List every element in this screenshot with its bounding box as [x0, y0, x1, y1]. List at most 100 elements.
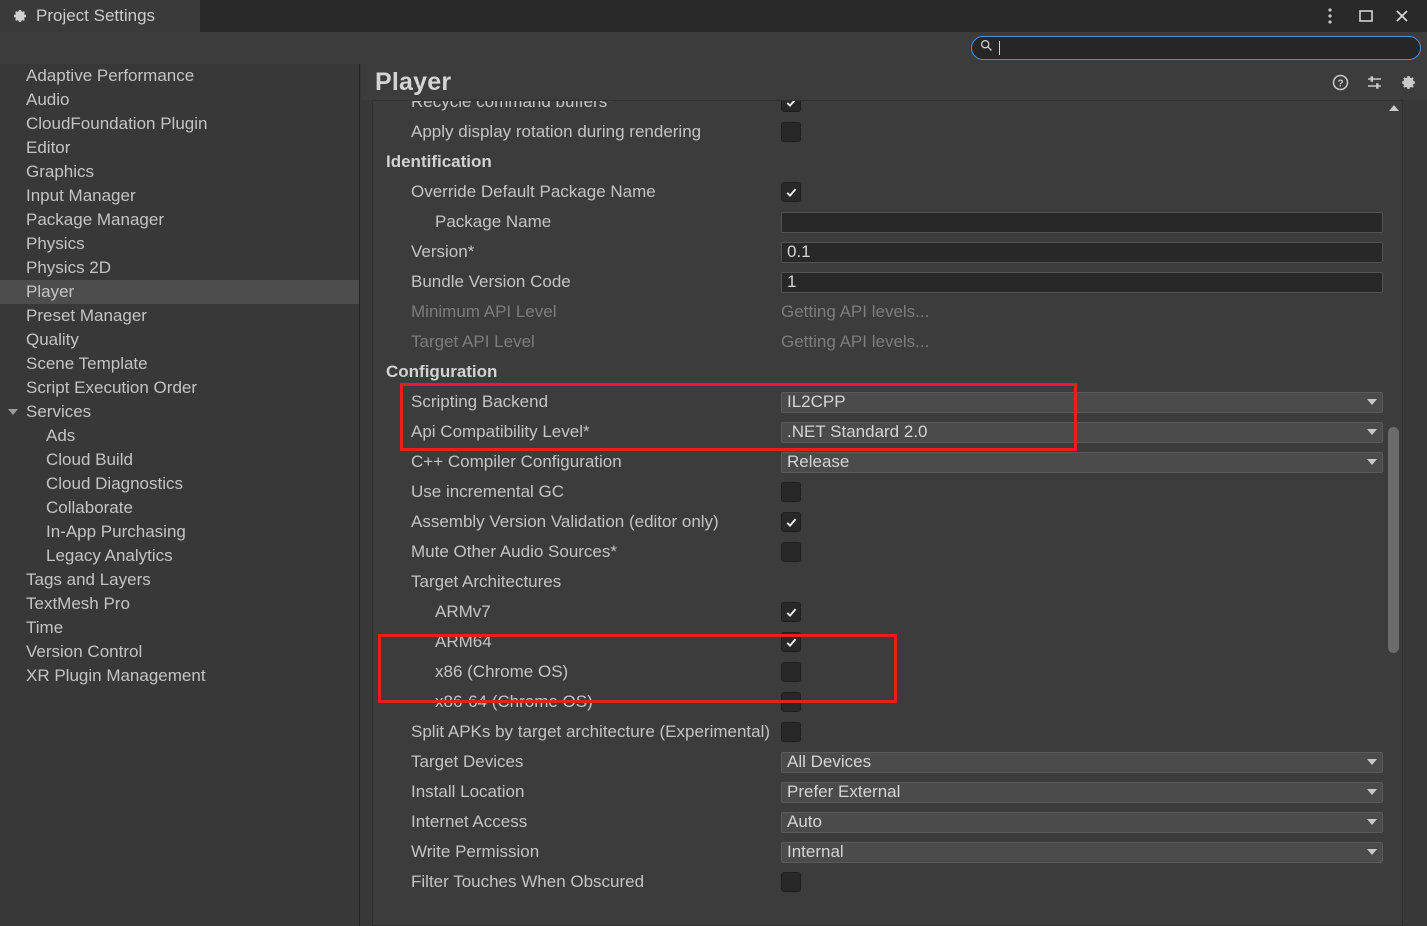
- tab-project-settings[interactable]: Project Settings: [0, 0, 200, 32]
- sidebar-item-quality[interactable]: Quality: [0, 328, 359, 352]
- sidebar-item-version-control[interactable]: Version Control: [0, 640, 359, 664]
- checkbox-armv7[interactable]: [781, 602, 801, 622]
- property-label: Assembly Version Validation (editor only…: [411, 512, 719, 531]
- chevron-down-icon[interactable]: [8, 409, 18, 415]
- chevron-down-icon: [1367, 459, 1377, 465]
- checkbox-assembly-version-validation-editor-only[interactable]: [781, 512, 801, 532]
- property-label: Mute Other Audio Sources*: [411, 542, 618, 561]
- dropdown-c-compiler-configuration[interactable]: Release: [781, 451, 1383, 473]
- dropdown-target-devices[interactable]: All Devices: [781, 751, 1383, 773]
- sidebar-item-cloudfoundation-plugin[interactable]: CloudFoundation Plugin: [0, 112, 359, 136]
- property-label: Minimum API Level: [411, 302, 557, 321]
- checkbox-apply-display-rotation-during-rendering[interactable]: [781, 122, 801, 142]
- sidebar-item-textmesh-pro[interactable]: TextMesh Pro: [0, 592, 359, 616]
- close-icon[interactable]: [1391, 5, 1413, 27]
- page-title: Player: [375, 67, 452, 96]
- property-row-recycle-command-buffers: Recycle command buffers*: [386, 101, 1391, 117]
- sidebar-item-tags-and-layers[interactable]: Tags and Layers: [0, 568, 359, 592]
- title-bar: Project Settings: [0, 0, 1427, 32]
- sidebar-item-editor[interactable]: Editor: [0, 136, 359, 160]
- dropdown-value: Auto: [787, 812, 822, 831]
- sidebar-item-label: Services: [26, 402, 92, 421]
- sidebar-item-player[interactable]: Player: [0, 280, 359, 304]
- property-label: x86-64 (Chrome OS): [435, 692, 593, 711]
- property-field: All Devices: [781, 751, 1383, 773]
- scrollbar-thumb[interactable]: [1388, 427, 1399, 653]
- sidebar-item-collaborate[interactable]: Collaborate: [0, 496, 359, 520]
- dropdown-install-location[interactable]: Prefer External: [781, 781, 1383, 803]
- sidebar-item-services[interactable]: Services: [0, 400, 359, 424]
- dropdown-value: Prefer External: [787, 782, 901, 801]
- maximize-icon[interactable]: [1355, 5, 1377, 27]
- sidebar-item-xr-plugin-management[interactable]: XR Plugin Management: [0, 664, 359, 688]
- sidebar-item-label: Audio: [26, 90, 70, 109]
- dropdown-internet-access[interactable]: Auto: [781, 811, 1383, 833]
- search-icon: [980, 39, 993, 57]
- sidebar-item-label: Tags and Layers: [26, 570, 151, 589]
- checkbox-mute-other-audio-sources[interactable]: [781, 542, 801, 562]
- chevron-down-icon: [1367, 789, 1377, 795]
- sidebar-item-physics-2d[interactable]: Physics 2D: [0, 256, 359, 280]
- more-vertical-icon[interactable]: [1319, 5, 1341, 27]
- panel-header-icons: ?: [1331, 64, 1417, 100]
- property-field: [781, 662, 801, 682]
- checkbox-recycle-command-buffers[interactable]: [781, 101, 801, 112]
- sidebar-item-audio[interactable]: Audio: [0, 88, 359, 112]
- checkbox-arm64[interactable]: [781, 632, 801, 652]
- sidebar-item-scene-template[interactable]: Scene Template: [0, 352, 359, 376]
- triangle-up-icon[interactable]: [1389, 105, 1399, 111]
- settings-sidebar[interactable]: Adaptive Performance Audio CloudFoundation…: [0, 64, 360, 926]
- preset-icon[interactable]: [1365, 73, 1383, 91]
- sidebar-item-input-manager[interactable]: Input Manager: [0, 184, 359, 208]
- property-row-internet-access: Internet Access Auto: [386, 807, 1391, 837]
- checkbox-use-incremental-gc[interactable]: [781, 482, 801, 502]
- static-value-target-api-level: Getting API levels...: [781, 332, 930, 351]
- text-input-package-name[interactable]: [781, 211, 1383, 233]
- sidebar-item-label: Scene Template: [26, 354, 148, 373]
- checkbox-split-apks-by-target-architecture-experimental[interactable]: [781, 722, 801, 742]
- property-row-use-incremental-gc: Use incremental GC: [386, 477, 1391, 507]
- dropdown-value: IL2CPP: [787, 392, 846, 411]
- checkbox-x86-64-chrome-os[interactable]: [781, 692, 801, 712]
- sidebar-item-cloud-diagnostics[interactable]: Cloud Diagnostics: [0, 472, 359, 496]
- property-label: x86 (Chrome OS): [435, 662, 569, 681]
- property-field: 0.1: [781, 241, 1383, 263]
- sidebar-item-preset-manager[interactable]: Preset Manager: [0, 304, 359, 328]
- tab-label: Project Settings: [36, 6, 156, 25]
- property-label: ARM64: [435, 632, 492, 651]
- sidebar-item-graphics[interactable]: Graphics: [0, 160, 359, 184]
- sidebar-item-in-app-purchasing[interactable]: In-App Purchasing: [0, 520, 359, 544]
- gear-icon[interactable]: [1399, 73, 1417, 91]
- property-label: Apply display rotation during rendering: [411, 122, 702, 141]
- sidebar-item-physics[interactable]: Physics: [0, 232, 359, 256]
- sidebar-item-label: XR Plugin Management: [26, 666, 206, 685]
- search-input[interactable]: [971, 36, 1421, 60]
- dropdown-value: Release: [787, 452, 850, 471]
- sidebar-item-legacy-analytics[interactable]: Legacy Analytics: [0, 544, 359, 568]
- sidebar-item-time[interactable]: Time: [0, 616, 359, 640]
- sidebar-item-ads[interactable]: Ads: [0, 424, 359, 448]
- sidebar-item-cloud-build[interactable]: Cloud Build: [0, 448, 359, 472]
- text-input-version[interactable]: 0.1: [781, 241, 1383, 263]
- sidebar-item-label: Script Execution Order: [26, 378, 198, 397]
- property-field: Internal: [781, 841, 1383, 863]
- dropdown-api-compatibility-level[interactable]: .NET Standard 2.0: [781, 421, 1383, 443]
- property-label: Install Location: [411, 782, 525, 801]
- property-row-write-permission: Write Permission Internal: [386, 837, 1391, 867]
- content-scrollbar[interactable]: [1386, 101, 1401, 925]
- sidebar-item-adaptive-performance[interactable]: Adaptive Performance: [0, 64, 359, 88]
- text-input-bundle-version-code[interactable]: 1: [781, 271, 1383, 293]
- dropdown-scripting-backend[interactable]: IL2CPP: [781, 391, 1383, 413]
- dropdown-write-permission[interactable]: Internal: [781, 841, 1383, 863]
- sidebar-item-script-execution-order[interactable]: Script Execution Order: [0, 376, 359, 400]
- checkbox-override-default-package-name[interactable]: [781, 182, 801, 202]
- property-row-filter-touches-when-obscured: Filter Touches When Obscured: [386, 867, 1391, 897]
- search-caret: [999, 41, 1000, 55]
- checkbox-filter-touches-when-obscured[interactable]: [781, 872, 801, 892]
- sidebar-item-package-manager[interactable]: Package Manager: [0, 208, 359, 232]
- sidebar-item-label: Editor: [26, 138, 71, 157]
- checkbox-x86-chrome-os[interactable]: [781, 662, 801, 682]
- help-icon[interactable]: ?: [1331, 73, 1349, 91]
- property-label: Package Name: [435, 212, 552, 231]
- property-row-api-compatibility-level: Api Compatibility Level* .NET Standard 2.…: [386, 417, 1391, 447]
